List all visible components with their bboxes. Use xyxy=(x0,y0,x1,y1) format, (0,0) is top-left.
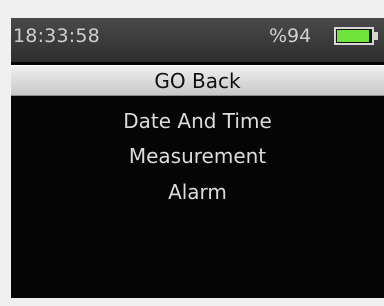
battery-tip xyxy=(374,32,378,40)
status-bar: 18:33:58 %94 xyxy=(11,18,384,62)
battery-fill xyxy=(337,30,369,42)
battery-percentage: %94 xyxy=(269,25,312,47)
device: 18:33:58 %94 GO Back Date And Time Measu… xyxy=(0,0,384,306)
menu-item-go-back[interactable]: GO Back xyxy=(11,65,384,96)
menu-item-alarm[interactable]: Alarm xyxy=(11,177,384,208)
menu: GO Back Date And Time Measurement Alarm xyxy=(11,62,384,298)
menu-item-measurement[interactable]: Measurement xyxy=(11,141,384,172)
screen: 18:33:58 %94 GO Back Date And Time Measu… xyxy=(11,18,384,298)
clock: 18:33:58 xyxy=(13,25,100,47)
battery-icon xyxy=(334,27,374,45)
menu-item-date-and-time[interactable]: Date And Time xyxy=(11,106,384,137)
